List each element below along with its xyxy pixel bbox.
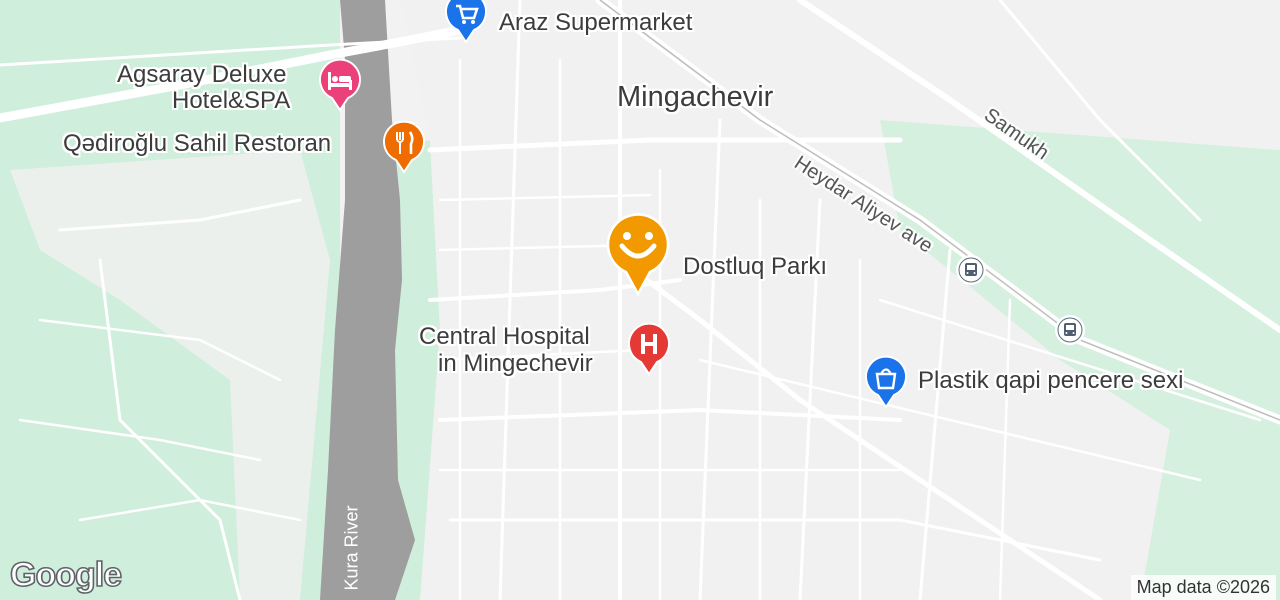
bus-stop-icon[interactable] xyxy=(958,257,984,283)
hotel-label-line2[interactable]: Hotel&SPA xyxy=(172,87,290,114)
city-label: Mingachevir xyxy=(617,81,774,113)
hotel-pin[interactable] xyxy=(317,58,363,112)
shopping-bag-icon xyxy=(865,355,907,409)
supermarket-label[interactable]: Araz Supermarket xyxy=(499,9,692,36)
park-label[interactable]: Dostluq Parkı xyxy=(683,253,827,280)
bed-icon xyxy=(319,58,361,112)
hotel-label-line1[interactable]: Agsaray Deluxe xyxy=(117,61,286,88)
map-attribution[interactable]: Map data ©2026 xyxy=(1130,575,1276,600)
park-pin[interactable] xyxy=(606,210,670,296)
bus-stop-icon[interactable] xyxy=(1057,317,1083,343)
smiley-icon xyxy=(606,213,670,296)
fork-knife-icon xyxy=(383,120,425,174)
store-label[interactable]: Plastik qapi pencere sexi xyxy=(918,367,1183,394)
restaurant-label[interactable]: Qədiroğlu Sahil Restoran xyxy=(63,130,331,157)
supermarket-pin[interactable] xyxy=(443,0,489,44)
restaurant-pin[interactable] xyxy=(381,120,427,174)
store-pin[interactable] xyxy=(863,355,909,409)
google-logo[interactable]: Google xyxy=(9,555,123,595)
map-canvas[interactable]: Heydar Aliyev ave Samukh Kura River Ming… xyxy=(0,0,1280,600)
hospital-pin[interactable] xyxy=(626,322,672,376)
hospital-label-line1[interactable]: Central Hospital xyxy=(419,323,590,350)
hospital-h-icon xyxy=(628,322,670,376)
shopping-cart-icon xyxy=(445,0,487,44)
hospital-label-line2[interactable]: in Mingechevir xyxy=(438,350,593,377)
river-label-kura: Kura River xyxy=(341,505,362,591)
